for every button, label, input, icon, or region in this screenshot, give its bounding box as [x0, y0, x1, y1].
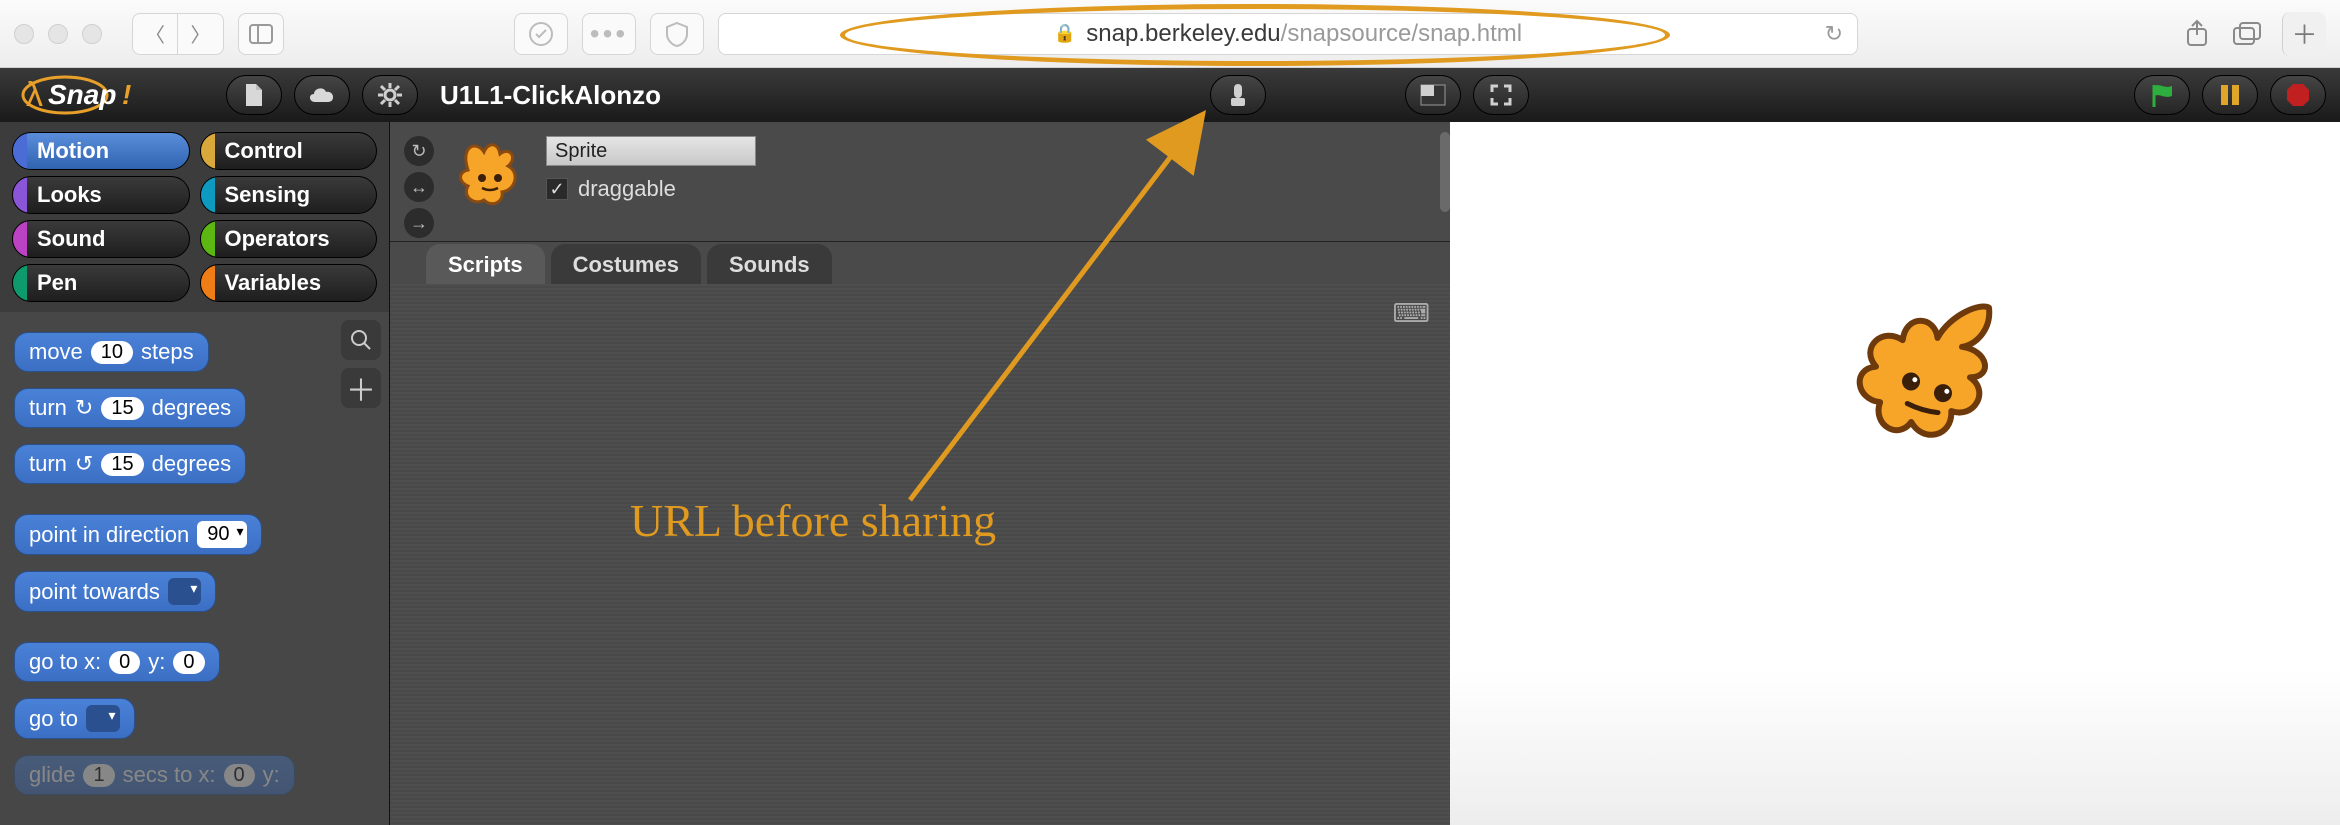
blocks-list: ＋ move 10 steps turn ↻ 15 degrees turn ↺…: [0, 312, 389, 825]
pause-button[interactable]: [2202, 75, 2258, 115]
stop-button[interactable]: [2270, 75, 2326, 115]
reload-icon[interactable]: ↻: [1825, 21, 1843, 47]
glide-secs-input[interactable]: 1: [83, 764, 114, 787]
point-towards-input[interactable]: [168, 578, 202, 605]
url-host: snap.berkeley.edu: [1086, 20, 1280, 48]
address-bar[interactable]: 🔒 snap.berkeley.edu /snapsource/snap.htm…: [718, 13, 1858, 55]
stage[interactable]: [1450, 122, 2340, 825]
category-selector: Motion Control Looks Sensing Sound Opera…: [0, 122, 389, 312]
category-looks[interactable]: Looks: [12, 176, 190, 214]
small-stage-button[interactable]: [1405, 75, 1461, 115]
goto-x-input[interactable]: 0: [109, 651, 140, 674]
lock-icon: 🔒: [1054, 23, 1076, 44]
category-pen[interactable]: Pen: [12, 264, 190, 302]
zoom-window-icon[interactable]: [82, 24, 102, 44]
turn-ccw-input[interactable]: 15: [101, 453, 143, 476]
glide-x-input[interactable]: 0: [224, 764, 255, 787]
svg-text:Snap: Snap: [48, 79, 116, 110]
privacy-report-button[interactable]: [514, 13, 568, 55]
category-sound[interactable]: Sound: [12, 220, 190, 258]
stage-panel: [1450, 122, 2340, 825]
block-palette: Motion Control Looks Sensing Sound Opera…: [0, 122, 390, 825]
category-motion[interactable]: Motion: [12, 132, 190, 170]
block-point-towards[interactable]: point towards: [14, 571, 216, 612]
back-button[interactable]: 〈: [132, 13, 178, 55]
block-goto-xy[interactable]: go to x: 0 y: 0: [14, 642, 220, 682]
sprite-tabs: Scripts Costumes Sounds: [390, 242, 1450, 284]
tracking-shield-button[interactable]: [650, 13, 704, 55]
cloud-menu-button[interactable]: [294, 75, 350, 115]
turn-cw-icon: ↻: [75, 395, 93, 421]
turn-cw-input[interactable]: 15: [101, 397, 143, 420]
rotation-style-leftright[interactable]: ↔: [404, 172, 434, 202]
stage-handle-button[interactable]: [1210, 75, 1266, 115]
sprite-on-stage[interactable]: [1840, 272, 2020, 482]
scripting-area: ↻ ↔ → ✓ draggable: [390, 122, 1450, 825]
category-variables[interactable]: Variables: [200, 264, 378, 302]
point-direction-input[interactable]: 90: [197, 521, 247, 548]
make-block-button[interactable]: ＋: [341, 368, 381, 408]
rotation-style-none[interactable]: →: [404, 208, 434, 238]
goto-y-input[interactable]: 0: [173, 651, 204, 674]
block-move-steps[interactable]: move 10 steps: [14, 332, 209, 372]
more-button[interactable]: •••: [582, 13, 636, 55]
draggable-checkbox[interactable]: ✓: [546, 178, 568, 200]
block-glide[interactable]: glide 1 secs to x: 0 y:: [14, 755, 295, 795]
draggable-label: draggable: [578, 176, 676, 202]
file-menu-button[interactable]: [226, 75, 282, 115]
window-controls: [14, 24, 102, 44]
category-control[interactable]: Control: [200, 132, 378, 170]
move-steps-input[interactable]: 10: [91, 341, 133, 364]
tab-scripts[interactable]: Scripts: [426, 244, 545, 284]
minimize-window-icon[interactable]: [48, 24, 68, 44]
category-sensing[interactable]: Sensing: [200, 176, 378, 214]
main-area: Motion Control Looks Sensing Sound Opera…: [0, 122, 2340, 825]
block-turn-ccw[interactable]: turn ↺ 15 degrees: [14, 444, 246, 484]
snap-toolbar: λ Snap ! U1L1-ClickAlonzo: [0, 68, 2340, 122]
goto-target-input[interactable]: [86, 705, 120, 732]
browser-chrome: 〈 〉 ••• 🔒 snap.berkeley.edu /snapsource/…: [0, 0, 2340, 68]
settings-menu-button[interactable]: [362, 75, 418, 115]
scripts-canvas[interactable]: ⌨: [390, 284, 1450, 825]
new-tab-button[interactable]: ＋: [2282, 12, 2326, 56]
show-tabs-button[interactable]: [2222, 12, 2272, 56]
block-point-direction[interactable]: point in direction 90: [14, 514, 262, 555]
category-operators[interactable]: Operators: [200, 220, 378, 258]
fullscreen-button[interactable]: [1473, 75, 1529, 115]
annotation-text: URL before sharing: [630, 494, 996, 547]
close-window-icon[interactable]: [14, 24, 34, 44]
rotation-style-full[interactable]: ↻: [404, 136, 434, 166]
share-button[interactable]: [2172, 12, 2222, 56]
forward-button[interactable]: 〉: [178, 13, 224, 55]
search-blocks-button[interactable]: [341, 320, 381, 360]
url-path: /snapsource/snap.html: [1281, 20, 1522, 48]
svg-text:λ: λ: [26, 76, 43, 114]
snap-logo[interactable]: λ Snap !: [14, 70, 214, 120]
block-goto[interactable]: go to: [14, 698, 135, 739]
turn-ccw-icon: ↺: [75, 451, 93, 477]
svg-text:!: !: [122, 79, 131, 110]
sprite-name-input[interactable]: [546, 136, 756, 166]
sprite-header: ↻ ↔ → ✓ draggable: [390, 122, 1450, 242]
panel-resize-handle[interactable]: [1440, 132, 1450, 212]
project-title[interactable]: U1L1-ClickAlonzo: [440, 80, 661, 111]
sprite-thumbnail[interactable]: [450, 132, 530, 216]
keyboard-entry-icon[interactable]: ⌨: [1392, 298, 1430, 329]
green-flag-button[interactable]: [2134, 75, 2190, 115]
sidebar-button[interactable]: [238, 13, 284, 55]
tab-costumes[interactable]: Costumes: [551, 244, 701, 284]
block-turn-cw[interactable]: turn ↻ 15 degrees: [14, 388, 246, 428]
tab-sounds[interactable]: Sounds: [707, 244, 832, 284]
